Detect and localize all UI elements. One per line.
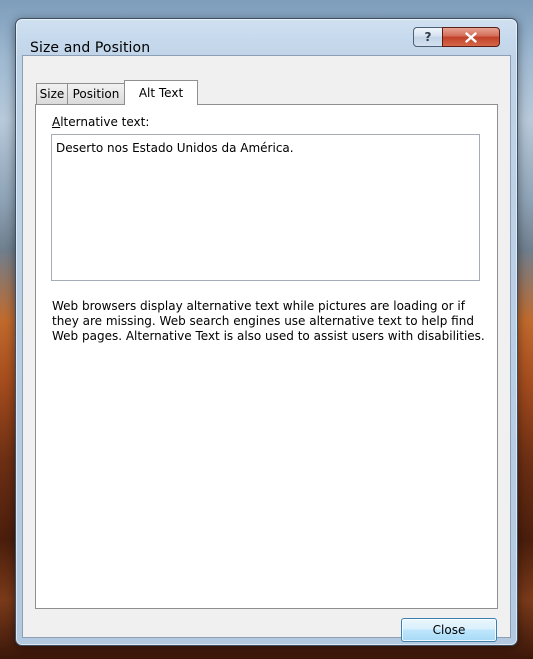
tab-alt-text[interactable]: Alt Text <box>124 80 198 105</box>
tab-position[interactable]: Position <box>67 83 125 104</box>
dialog-body: Size Position Alt Text Alternative text:… <box>22 55 511 642</box>
label-mnemonic: A <box>52 115 61 129</box>
alternative-text-field[interactable]: Deserto nos Estado Unidos da América. <box>51 134 480 281</box>
dialog-window: Size and Position ? Size Position Alt Te… <box>15 18 518 646</box>
label-text: lternative text: <box>60 115 150 129</box>
title-bar[interactable]: Size and Position ? <box>16 19 517 56</box>
alt-text-panel: Alternative text: Deserto nos Estado Uni… <box>35 104 498 609</box>
alternative-text-label: Alternative text: <box>52 115 149 129</box>
dialog-title: Size and Position <box>30 40 151 56</box>
help-icon: ? <box>424 30 432 44</box>
tab-size[interactable]: Size <box>36 83 68 104</box>
alt-text-description: Web browsers display alternative text wh… <box>52 299 485 343</box>
close-button[interactable]: Close <box>401 618 497 642</box>
window-close-button[interactable] <box>442 27 500 47</box>
help-button[interactable]: ? <box>413 27 443 47</box>
close-icon <box>465 31 477 43</box>
